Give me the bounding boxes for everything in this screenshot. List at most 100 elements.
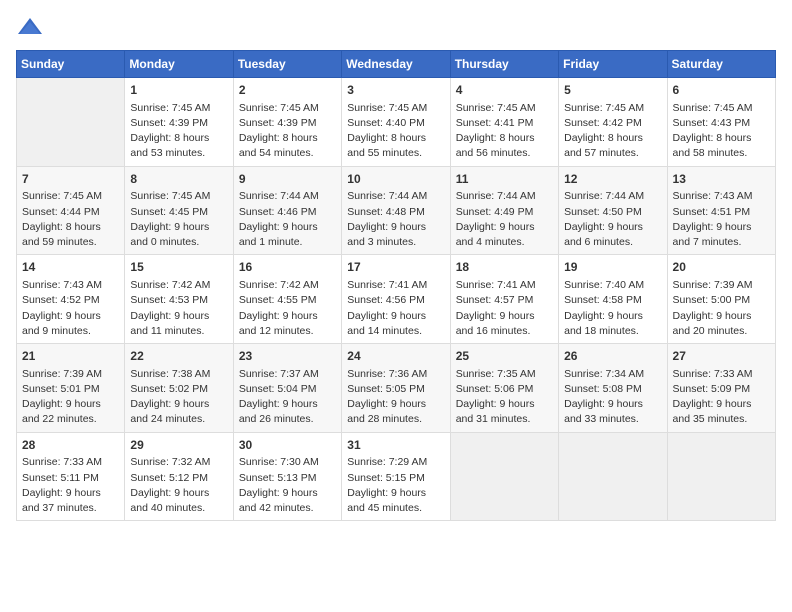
day-number: 3 <box>347 82 444 99</box>
calendar-cell: 20Sunrise: 7:39 AMSunset: 5:00 PMDayligh… <box>667 255 775 344</box>
weekday-header-tuesday: Tuesday <box>233 51 341 78</box>
calendar-cell: 29Sunrise: 7:32 AMSunset: 5:12 PMDayligh… <box>125 432 233 521</box>
day-number: 15 <box>130 259 227 276</box>
day-number: 21 <box>22 348 119 365</box>
day-info: Sunrise: 7:33 AMSunset: 5:09 PMDaylight:… <box>673 367 770 428</box>
day-info: Sunrise: 7:45 AMSunset: 4:40 PMDaylight:… <box>347 101 444 162</box>
day-info: Sunrise: 7:44 AMSunset: 4:50 PMDaylight:… <box>564 189 661 250</box>
day-info: Sunrise: 7:45 AMSunset: 4:43 PMDaylight:… <box>673 101 770 162</box>
day-info: Sunrise: 7:44 AMSunset: 4:46 PMDaylight:… <box>239 189 336 250</box>
day-number: 13 <box>673 171 770 188</box>
day-info: Sunrise: 7:29 AMSunset: 5:15 PMDaylight:… <box>347 455 444 516</box>
day-info: Sunrise: 7:42 AMSunset: 4:55 PMDaylight:… <box>239 278 336 339</box>
day-info: Sunrise: 7:45 AMSunset: 4:41 PMDaylight:… <box>456 101 553 162</box>
calendar-cell: 24 Sunrise: 7:36 AMSunset: 5:05 PMDayligh… <box>342 344 450 433</box>
calendar-cell: 3 Sunrise: 7:45 AMSunset: 4:40 PMDaylight… <box>342 78 450 167</box>
calendar-week-row: 7Sunrise: 7:45 AMSunset: 4:44 PMDaylight… <box>17 166 776 255</box>
day-number: 23 <box>239 348 336 365</box>
calendar-cell: 10Sunrise: 7:44 AMSunset: 4:48 PMDayligh… <box>342 166 450 255</box>
calendar-cell: 2 Sunrise: 7:45 AMSunset: 4:39 PMDaylight… <box>233 78 341 167</box>
calendar-cell: 4 Sunrise: 7:45 AMSunset: 4:41 PMDaylight… <box>450 78 558 167</box>
calendar-cell: 15 Sunrise: 7:42 AMSunset: 4:53 PMDayligh… <box>125 255 233 344</box>
day-info: Sunrise: 7:35 AMSunset: 5:06 PMDaylight:… <box>456 367 553 428</box>
day-number: 28 <box>22 437 119 454</box>
calendar-cell: 30Sunrise: 7:30 AMSunset: 5:13 PMDayligh… <box>233 432 341 521</box>
calendar-header-row: SundayMondayTuesdayWednesdayThursdayFrid… <box>17 51 776 78</box>
calendar-cell: 19 Sunrise: 7:40 AMSunset: 4:58 PMDayligh… <box>559 255 667 344</box>
calendar-week-row: 21 Sunrise: 7:39 AMSunset: 5:01 PMDayligh… <box>17 344 776 433</box>
day-number: 25 <box>456 348 553 365</box>
day-info: Sunrise: 7:32 AMSunset: 5:12 PMDaylight:… <box>130 455 227 516</box>
calendar-cell: 21 Sunrise: 7:39 AMSunset: 5:01 PMDayligh… <box>17 344 125 433</box>
day-info: Sunrise: 7:44 AMSunset: 4:49 PMDaylight:… <box>456 189 553 250</box>
day-info: Sunrise: 7:36 AMSunset: 5:05 PMDaylight:… <box>347 367 444 428</box>
calendar-cell: 16 Sunrise: 7:42 AMSunset: 4:55 PMDayligh… <box>233 255 341 344</box>
day-info: Sunrise: 7:45 AMSunset: 4:44 PMDaylight:… <box>22 189 119 250</box>
general-blue-logo-icon <box>16 16 44 38</box>
weekday-header-wednesday: Wednesday <box>342 51 450 78</box>
day-number: 27 <box>673 348 770 365</box>
day-info: Sunrise: 7:44 AMSunset: 4:48 PMDaylight:… <box>347 189 444 250</box>
day-info: Sunrise: 7:43 AMSunset: 4:51 PMDaylight:… <box>673 189 770 250</box>
calendar-table: SundayMondayTuesdayWednesdayThursdayFrid… <box>16 50 776 521</box>
calendar-cell: 11Sunrise: 7:44 AMSunset: 4:49 PMDayligh… <box>450 166 558 255</box>
day-number: 18 <box>456 259 553 276</box>
day-number: 26 <box>564 348 661 365</box>
day-info: Sunrise: 7:45 AMSunset: 4:42 PMDaylight:… <box>564 101 661 162</box>
weekday-header-sunday: Sunday <box>17 51 125 78</box>
weekday-header-saturday: Saturday <box>667 51 775 78</box>
day-info: Sunrise: 7:43 AMSunset: 4:52 PMDaylight:… <box>22 278 119 339</box>
calendar-cell: 1 Sunrise: 7:45 AMSunset: 4:39 PMDaylight… <box>125 78 233 167</box>
day-number: 12 <box>564 171 661 188</box>
day-number: 31 <box>347 437 444 454</box>
day-info: Sunrise: 7:39 AMSunset: 5:01 PMDaylight:… <box>22 367 119 428</box>
day-info: Sunrise: 7:33 AMSunset: 5:11 PMDaylight:… <box>22 455 119 516</box>
calendar-cell: 14 Sunrise: 7:43 AMSunset: 4:52 PMDayligh… <box>17 255 125 344</box>
day-info: Sunrise: 7:41 AMSunset: 4:56 PMDaylight:… <box>347 278 444 339</box>
day-info: Sunrise: 7:41 AMSunset: 4:57 PMDaylight:… <box>456 278 553 339</box>
day-info: Sunrise: 7:38 AMSunset: 5:02 PMDaylight:… <box>130 367 227 428</box>
day-number: 29 <box>130 437 227 454</box>
calendar-cell: 22Sunrise: 7:38 AMSunset: 5:02 PMDayligh… <box>125 344 233 433</box>
calendar-cell: 18 Sunrise: 7:41 AMSunset: 4:57 PMDayligh… <box>450 255 558 344</box>
calendar-cell: 27 Sunrise: 7:33 AMSunset: 5:09 PMDayligh… <box>667 344 775 433</box>
calendar-week-row: 14 Sunrise: 7:43 AMSunset: 4:52 PMDayligh… <box>17 255 776 344</box>
day-number: 2 <box>239 82 336 99</box>
calendar-cell <box>667 432 775 521</box>
day-info: Sunrise: 7:45 AMSunset: 4:39 PMDaylight:… <box>130 101 227 162</box>
day-info: Sunrise: 7:42 AMSunset: 4:53 PMDaylight:… <box>130 278 227 339</box>
day-info: Sunrise: 7:40 AMSunset: 4:58 PMDaylight:… <box>564 278 661 339</box>
day-number: 30 <box>239 437 336 454</box>
calendar-cell: 8Sunrise: 7:45 AMSunset: 4:45 PMDaylight… <box>125 166 233 255</box>
calendar-cell: 25 Sunrise: 7:35 AMSunset: 5:06 PMDayligh… <box>450 344 558 433</box>
day-number: 8 <box>130 171 227 188</box>
day-info: Sunrise: 7:45 AMSunset: 4:39 PMDaylight:… <box>239 101 336 162</box>
day-number: 17 <box>347 259 444 276</box>
calendar-cell: 13Sunrise: 7:43 AMSunset: 4:51 PMDayligh… <box>667 166 775 255</box>
calendar-cell: 31Sunrise: 7:29 AMSunset: 5:15 PMDayligh… <box>342 432 450 521</box>
calendar-week-row: 28Sunrise: 7:33 AMSunset: 5:11 PMDayligh… <box>17 432 776 521</box>
day-number: 4 <box>456 82 553 99</box>
calendar-cell: 9Sunrise: 7:44 AMSunset: 4:46 PMDaylight… <box>233 166 341 255</box>
day-info: Sunrise: 7:37 AMSunset: 5:04 PMDaylight:… <box>239 367 336 428</box>
calendar-cell: 17 Sunrise: 7:41 AMSunset: 4:56 PMDayligh… <box>342 255 450 344</box>
calendar-week-row: 1 Sunrise: 7:45 AMSunset: 4:39 PMDaylight… <box>17 78 776 167</box>
day-info: Sunrise: 7:30 AMSunset: 5:13 PMDaylight:… <box>239 455 336 516</box>
day-number: 16 <box>239 259 336 276</box>
day-info: Sunrise: 7:45 AMSunset: 4:45 PMDaylight:… <box>130 189 227 250</box>
calendar-cell <box>559 432 667 521</box>
day-number: 24 <box>347 348 444 365</box>
calendar-cell: 7Sunrise: 7:45 AMSunset: 4:44 PMDaylight… <box>17 166 125 255</box>
day-number: 11 <box>456 171 553 188</box>
day-number: 20 <box>673 259 770 276</box>
weekday-header-friday: Friday <box>559 51 667 78</box>
day-number: 7 <box>22 171 119 188</box>
day-number: 14 <box>22 259 119 276</box>
calendar-cell: 23 Sunrise: 7:37 AMSunset: 5:04 PMDayligh… <box>233 344 341 433</box>
day-number: 1 <box>130 82 227 99</box>
calendar-cell: 28Sunrise: 7:33 AMSunset: 5:11 PMDayligh… <box>17 432 125 521</box>
day-number: 19 <box>564 259 661 276</box>
calendar-cell: 6Sunrise: 7:45 AMSunset: 4:43 PMDaylight… <box>667 78 775 167</box>
calendar-cell: 12Sunrise: 7:44 AMSunset: 4:50 PMDayligh… <box>559 166 667 255</box>
calendar-cell <box>450 432 558 521</box>
